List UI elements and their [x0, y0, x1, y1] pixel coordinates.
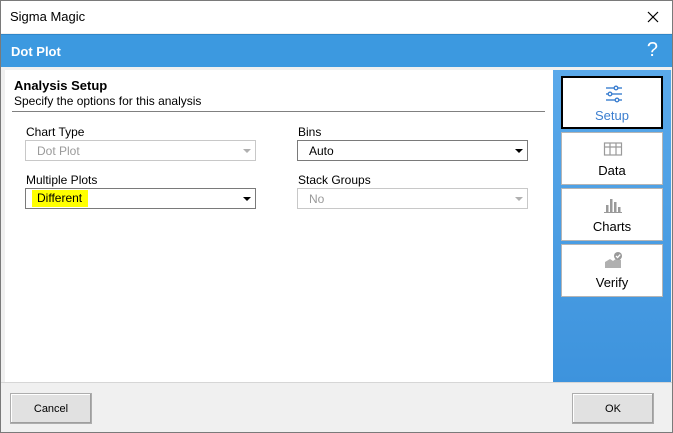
help-icon[interactable]: ? [647, 39, 658, 62]
sidebar-item-charts[interactable]: Charts [561, 188, 663, 241]
sidebar-item-setup[interactable]: Setup [561, 76, 663, 129]
chart-type-label: Chart Type [26, 125, 85, 139]
sidebar: Setup Data Charts Verify [553, 70, 671, 382]
bins-label: Bins [298, 125, 322, 139]
section-title: Analysis Setup [14, 78, 108, 93]
chart-type-value: Dot Plot [37, 144, 80, 158]
chevron-down-icon [510, 189, 527, 208]
dialog-window: Sigma Magic Dot Plot ? Analysis Setup Sp… [0, 0, 673, 433]
verify-icon [605, 252, 622, 268]
multiple-plots-value: Different [32, 190, 89, 207]
sidebar-item-label: Verify [595, 275, 629, 290]
bins-value: Auto [309, 144, 334, 158]
chart-type-select: Dot Plot [25, 140, 256, 161]
bar-chart-icon [604, 199, 622, 213]
stack-groups-select: No [297, 188, 528, 209]
section-divider [12, 111, 545, 112]
close-button[interactable] [642, 6, 664, 28]
window-title: Sigma Magic [10, 9, 86, 24]
multiple-plots-select[interactable]: Different [25, 188, 256, 209]
multiple-plots-label: Multiple Plots [26, 173, 98, 187]
sliders-icon [606, 85, 622, 103]
sidebar-item-verify[interactable]: Verify [561, 244, 663, 297]
section-subtitle: Specify the options for this analysis [14, 94, 202, 108]
header-bar: Dot Plot ? [1, 34, 672, 67]
page-title: Dot Plot [11, 44, 61, 59]
sidebar-item-label: Charts [592, 219, 632, 234]
footer: Cancel OK [1, 382, 672, 432]
chevron-down-icon[interactable] [510, 141, 527, 160]
bins-select[interactable]: Auto [297, 140, 528, 161]
chevron-down-icon[interactable] [238, 189, 255, 208]
chevron-down-icon [238, 141, 255, 160]
sidebar-item-label: Data [598, 163, 626, 178]
cancel-button[interactable]: Cancel [10, 393, 92, 424]
ok-button[interactable]: OK [572, 393, 654, 424]
analysis-setup-panel: Analysis Setup Specify the options for t… [5, 70, 553, 382]
sidebar-item-label: Setup [595, 108, 629, 123]
stack-groups-value: No [309, 192, 325, 206]
close-icon [647, 11, 659, 23]
stack-groups-label: Stack Groups [298, 173, 371, 187]
grid-icon [603, 142, 623, 156]
sidebar-item-data[interactable]: Data [561, 132, 663, 185]
title-bar: Sigma Magic [1, 1, 672, 33]
